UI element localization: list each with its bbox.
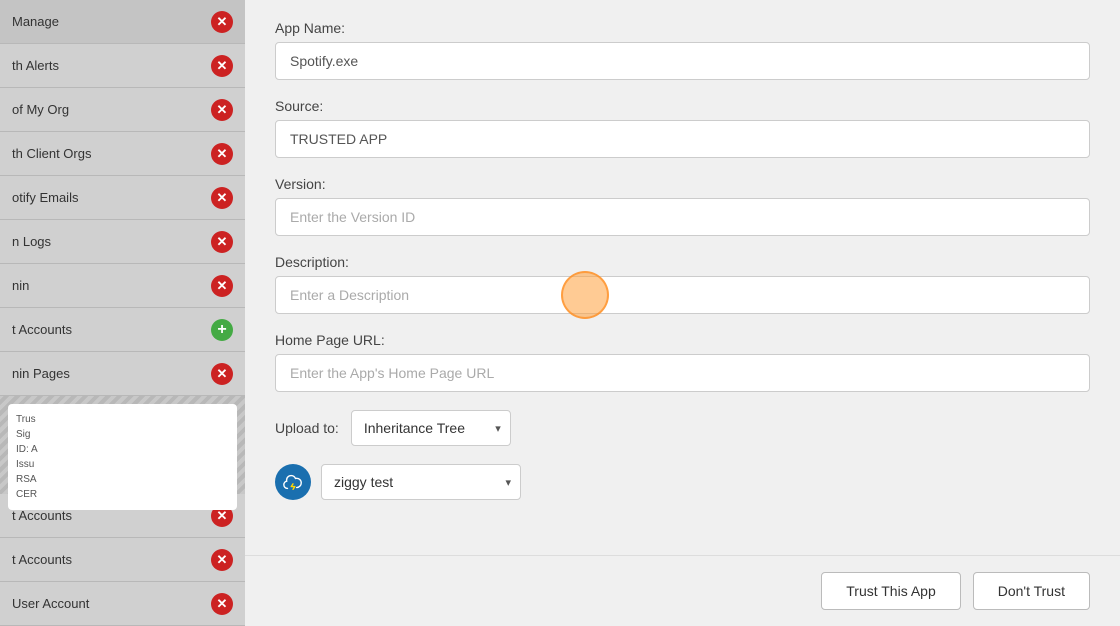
- sidebar-item-label: n Logs: [12, 234, 51, 249]
- sidebar-item-label: nin: [12, 278, 29, 293]
- version-input[interactable]: [275, 198, 1090, 236]
- sidebar-item-label: Manage: [12, 14, 59, 29]
- sidebar: Manage ✕ th Alerts ✕ of My Org ✕ th Clie…: [0, 0, 245, 626]
- x-icon: ✕: [211, 187, 233, 209]
- main-content: App Name: Source: Version: Description: …: [245, 0, 1120, 626]
- info-line: Trus: [16, 412, 229, 427]
- sidebar-item-accounts-1[interactable]: t Accounts +: [0, 308, 245, 352]
- sidebar-item-client-orgs[interactable]: th Client Orgs ✕: [0, 132, 245, 176]
- sidebar-item-label: th Alerts: [12, 58, 59, 73]
- form-footer: Trust This App Don't Trust: [245, 555, 1120, 626]
- description-label: Description:: [275, 254, 1090, 270]
- x-icon: ✕: [211, 99, 233, 121]
- sidebar-item-admin[interactable]: nin ✕: [0, 264, 245, 308]
- sidebar-item-label: nin Pages: [12, 366, 70, 381]
- app-name-group: App Name:: [275, 20, 1090, 80]
- source-input[interactable]: [275, 120, 1090, 158]
- x-icon: ✕: [211, 593, 233, 615]
- info-line: CER: [16, 487, 229, 502]
- x-icon: ✕: [211, 549, 233, 571]
- sidebar-item-accounts-3[interactable]: t Accounts ✕: [0, 538, 245, 582]
- upload-to-row: Upload to: Inheritance Tree Other ▾: [275, 410, 1090, 446]
- sidebar-item-alerts[interactable]: th Alerts ✕: [0, 44, 245, 88]
- info-card: Trus Sig ID: A Issu RSA CER: [8, 404, 237, 510]
- x-icon: ✕: [211, 143, 233, 165]
- sidebar-item-user-account[interactable]: User Account ✕: [0, 582, 245, 626]
- sidebar-item-my-org[interactable]: of My Org ✕: [0, 88, 245, 132]
- x-icon: ✕: [211, 363, 233, 385]
- account-select-row: ziggy test ▾: [275, 464, 1090, 500]
- sidebar-item-manage[interactable]: Manage ✕: [0, 0, 245, 44]
- sidebar-item-label: otify Emails: [12, 190, 78, 205]
- upload-to-label: Upload to:: [275, 420, 339, 436]
- trust-this-app-button[interactable]: Trust This App: [821, 572, 960, 610]
- home-page-url-input[interactable]: [275, 354, 1090, 392]
- sidebar-item-label: t Accounts: [12, 508, 72, 523]
- cloud-icon: [282, 471, 304, 493]
- source-group: Source:: [275, 98, 1090, 158]
- sidebar-item-label: t Accounts: [12, 322, 72, 337]
- sidebar-item-logs[interactable]: n Logs ✕: [0, 220, 245, 264]
- version-label: Version:: [275, 176, 1090, 192]
- info-line: ID: A: [16, 442, 229, 457]
- x-icon: ✕: [211, 11, 233, 33]
- home-page-url-group: Home Page URL:: [275, 332, 1090, 392]
- info-line: RSA: [16, 472, 229, 487]
- sidebar-item-admin-pages[interactable]: nin Pages ✕: [0, 352, 245, 396]
- dont-trust-button[interactable]: Don't Trust: [973, 572, 1090, 610]
- info-line: Issu: [16, 457, 229, 472]
- description-group: Description:: [275, 254, 1090, 314]
- account-icon: [275, 464, 311, 500]
- sidebar-item-notify-emails[interactable]: otify Emails ✕: [0, 176, 245, 220]
- plus-icon: +: [211, 319, 233, 341]
- source-label: Source:: [275, 98, 1090, 114]
- app-name-label: App Name:: [275, 20, 1090, 36]
- home-page-url-label: Home Page URL:: [275, 332, 1090, 348]
- app-name-input[interactable]: [275, 42, 1090, 80]
- upload-to-select-wrapper: Inheritance Tree Other ▾: [351, 410, 511, 446]
- sidebar-item-label: t Accounts: [12, 552, 72, 567]
- version-group: Version:: [275, 176, 1090, 236]
- account-select[interactable]: ziggy test: [321, 464, 521, 500]
- sidebar-item-label: th Client Orgs: [12, 146, 91, 161]
- x-icon: ✕: [211, 231, 233, 253]
- info-line: Sig: [16, 427, 229, 442]
- account-select-wrapper: ziggy test ▾: [321, 464, 521, 500]
- form-container: App Name: Source: Version: Description: …: [245, 0, 1120, 555]
- x-icon: ✕: [211, 55, 233, 77]
- x-icon: ✕: [211, 275, 233, 297]
- hatch-divider: Trus Sig ID: A Issu RSA CER: [0, 396, 245, 494]
- sidebar-item-label: User Account: [12, 596, 89, 611]
- description-input[interactable]: [275, 276, 1090, 314]
- sidebar-item-label: of My Org: [12, 102, 69, 117]
- upload-to-select[interactable]: Inheritance Tree Other: [351, 410, 511, 446]
